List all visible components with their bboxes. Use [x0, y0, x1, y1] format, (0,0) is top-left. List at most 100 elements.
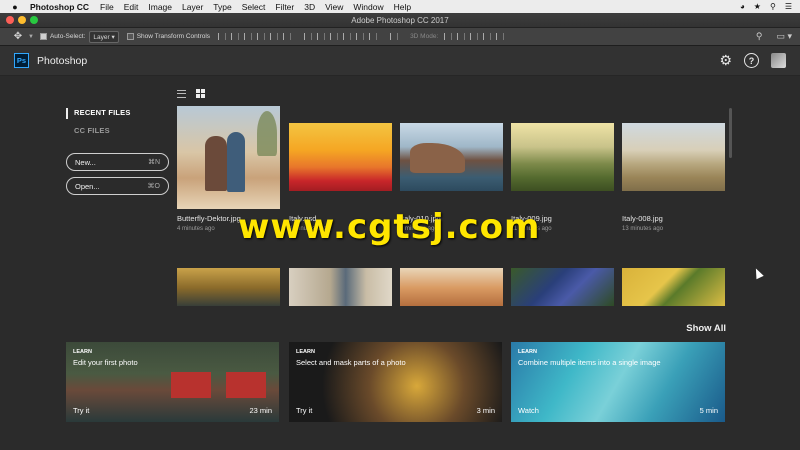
auto-align-icon[interactable] [390, 33, 399, 40]
menu-file[interactable]: File [100, 2, 114, 12]
photo-cliff-town [410, 143, 465, 173]
photoshop-logo: Ps [14, 53, 29, 68]
search-icon[interactable]: ⚲ [756, 31, 763, 42]
file-name[interactable]: Italy-008.jpg [622, 214, 663, 223]
align-left-icon[interactable] [257, 33, 266, 40]
3d-scale-icon[interactable] [496, 33, 505, 40]
product-name: Photoshop [37, 54, 88, 67]
minimize-window-icon[interactable] [18, 16, 26, 24]
left-nav: RECENT FILES CC FILES [66, 108, 131, 144]
menu-type[interactable]: Type [213, 2, 231, 12]
card-house [171, 372, 211, 398]
file-time: 13 minutes ago [622, 226, 664, 232]
distribute-center-icon[interactable] [356, 33, 365, 40]
window-title-bar: Adobe Photoshop CC 2017 [0, 13, 800, 28]
learn-action[interactable]: Try it [296, 406, 312, 415]
learn-card-edit-photo[interactable]: LEARN Edit your first photo Try it 23 mi… [66, 342, 279, 422]
header-icons: ⚙ ? [719, 52, 786, 69]
nav-recent-files[interactable]: RECENT FILES [66, 108, 131, 119]
apple-icon[interactable]: ● [10, 2, 20, 12]
align-bottom-icon[interactable] [244, 33, 253, 40]
3d-pan-icon[interactable] [470, 33, 479, 40]
file-thumbnail-butterfly[interactable] [177, 106, 280, 209]
distribute-top-icon[interactable] [304, 33, 313, 40]
window-controls [6, 16, 38, 24]
chevron-down-icon[interactable]: ▼ [28, 34, 34, 40]
3d-mode-label: 3D Mode: [410, 33, 439, 40]
align-right-icon[interactable] [283, 33, 292, 40]
file-thumbnail-row2-2[interactable] [289, 268, 392, 306]
zoom-window-icon[interactable] [30, 16, 38, 24]
photo-people [227, 132, 245, 192]
menu-filter[interactable]: Filter [275, 2, 294, 12]
menu-view[interactable]: View [325, 2, 343, 12]
menu-select[interactable]: Select [242, 2, 266, 12]
workspace-icon[interactable]: ▭ ▾ [776, 31, 792, 42]
menu-help[interactable]: Help [394, 2, 411, 12]
menu-window[interactable]: Window [353, 2, 383, 12]
learn-tag: LEARN [296, 349, 315, 355]
spotlight-icon[interactable]: ⚲ [770, 2, 776, 11]
file-thumbnail-italy-009[interactable] [511, 123, 614, 191]
menu-layer[interactable]: Layer [182, 2, 203, 12]
avatar[interactable] [771, 53, 786, 68]
distribute-bottom-icon[interactable] [330, 33, 339, 40]
files-scrollbar[interactable] [729, 108, 732, 158]
new-button[interactable]: New... ⌘N [66, 153, 169, 171]
3d-orbit-icon[interactable] [444, 33, 453, 40]
auto-select-dropdown[interactable]: Layer ▾ [89, 30, 119, 43]
auto-select-checkbox[interactable] [39, 33, 47, 40]
learn-action[interactable]: Watch [518, 406, 539, 415]
learn-action[interactable]: Try it [73, 406, 89, 415]
align-center-icon[interactable] [270, 33, 279, 40]
learn-duration: 23 min [249, 406, 272, 415]
help-icon[interactable]: ? [744, 53, 759, 68]
learn-card-combine-images[interactable]: LEARN Combine multiple items into a sing… [511, 342, 725, 422]
window-title: Adobe Photoshop CC 2017 [351, 15, 449, 25]
distribute-left-icon[interactable] [343, 33, 352, 40]
learn-duration: 3 min [476, 406, 495, 415]
3d-roll-icon[interactable] [457, 33, 466, 40]
align-top-icon[interactable] [218, 33, 227, 40]
distribute-middle-icon[interactable] [317, 33, 326, 40]
learn-tag: LEARN [518, 349, 537, 355]
3d-mode-buttons [444, 33, 505, 40]
file-name[interactable]: Butterfly-Dektor.jpg [177, 214, 241, 223]
grid-view-icon[interactable] [196, 89, 205, 98]
auto-select-label: Auto-Select: [49, 33, 86, 40]
start-header: Ps Photoshop ⚙ ? [0, 46, 800, 76]
file-thumbnail-row2-1[interactable] [177, 268, 280, 306]
learn-tag: LEARN [73, 349, 92, 355]
show-transform-checkbox[interactable] [126, 33, 134, 40]
menu-image[interactable]: Image [148, 2, 172, 12]
file-thumbnail-row2-3[interactable] [400, 268, 503, 306]
menu-edit[interactable]: Edit [124, 2, 139, 12]
menu-app-name[interactable]: Photoshop CC [30, 2, 89, 12]
menu-extras: ◕ ★ ⚲ ☰ [740, 0, 792, 13]
menu-3d[interactable]: 3D [304, 2, 315, 12]
learn-duration: 5 min [699, 406, 718, 415]
gear-icon[interactable]: ⚙ [719, 52, 732, 69]
file-time: 4 minutes ago [177, 226, 215, 232]
align-middle-icon[interactable] [231, 33, 240, 40]
creative-cloud-icon[interactable]: ◕ [740, 2, 745, 11]
show-all-link[interactable]: Show All [686, 323, 726, 334]
learn-card-select-mask[interactable]: LEARN Select and mask parts of a photo T… [289, 342, 502, 422]
move-tool-icon[interactable]: ✥ [8, 31, 28, 42]
menu-list-icon[interactable]: ☰ [785, 2, 792, 11]
menu-bar: ● Photoshop CC File Edit Image Layer Typ… [0, 0, 800, 13]
nav-cc-files[interactable]: CC FILES [66, 126, 131, 137]
close-window-icon[interactable] [6, 16, 14, 24]
3d-slide-icon[interactable] [483, 33, 492, 40]
view-toggle [177, 89, 205, 98]
file-thumbnail-row2-5[interactable] [622, 268, 725, 306]
list-view-icon[interactable] [177, 89, 186, 98]
distribute-right-icon[interactable] [369, 33, 378, 40]
open-button[interactable]: Open... ⌘O [66, 177, 169, 195]
file-thumbnail-italy-008[interactable] [622, 123, 725, 191]
file-thumbnail-row2-4[interactable] [511, 268, 614, 306]
file-thumbnail-italy-010[interactable] [400, 123, 503, 191]
file-thumbnail-italy-psd[interactable] [289, 123, 392, 191]
learn-title: Edit your first photo [73, 358, 138, 367]
notification-icon[interactable]: ★ [754, 2, 761, 11]
